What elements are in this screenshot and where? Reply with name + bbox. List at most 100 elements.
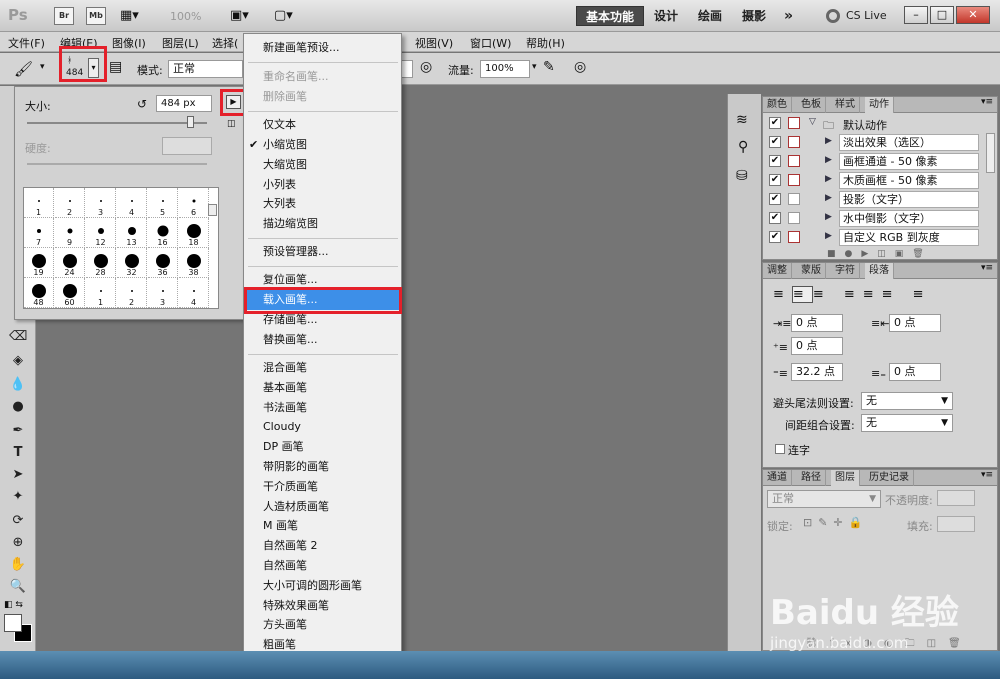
space-before-input[interactable]: 32.2 点 — [791, 363, 843, 381]
panel-options-icon[interactable]: ▾≡ — [981, 263, 993, 273]
brush-preset-cell[interactable]: 19 — [24, 248, 54, 278]
pen-tool-icon[interactable]: ✒ — [9, 422, 27, 440]
opacity-field-edge[interactable] — [401, 60, 413, 78]
menu-image[interactable]: 图像(I) — [112, 35, 146, 51]
size-slider-track[interactable] — [27, 122, 207, 124]
menu-brush-library[interactable]: Cloudy — [244, 417, 401, 437]
workspace-photography-button[interactable]: 摄影 — [742, 6, 766, 26]
clone-source-icon[interactable]: ⚲ — [738, 139, 748, 155]
menu-brush-library[interactable]: 特殊效果画笔 — [244, 596, 401, 616]
size-slider-handle[interactable] — [187, 116, 194, 128]
minimize-button[interactable]: – — [904, 6, 928, 24]
hyphenate-checkbox[interactable] — [775, 444, 785, 454]
brush-preset-cell[interactable]: 6 — [179, 188, 209, 218]
menu-text-only[interactable]: 仅文本 — [244, 115, 401, 135]
brush-preset-cell[interactable]: 2 — [55, 188, 85, 218]
tab-masks[interactable]: 蒙版 — [797, 263, 826, 279]
flow-field[interactable]: 100% — [480, 60, 530, 78]
dialog-toggle[interactable] — [788, 212, 800, 224]
size-input[interactable]: 484 px — [156, 95, 212, 112]
tab-styles[interactable]: 样式 — [831, 97, 860, 113]
pressure-size-icon[interactable]: ◎ — [574, 59, 586, 75]
menu-large-thumbnail[interactable]: 大缩览图 — [244, 155, 401, 175]
type-tool-icon[interactable]: T — [9, 444, 27, 462]
action-row[interactable]: ✔ ▶ 淡出效果（选区） — [763, 133, 988, 152]
menu-brush-library[interactable]: 方头画笔 — [244, 615, 401, 635]
maximize-button[interactable]: □ — [930, 6, 954, 24]
dialog-toggle[interactable] — [788, 174, 800, 186]
workspace-painting-button[interactable]: 绘画 — [698, 6, 722, 26]
hand-tool-icon[interactable]: ✋ — [9, 556, 27, 574]
flow-dropdown-icon[interactable]: ▾ — [532, 62, 537, 72]
paint-bucket-tool-icon[interactable]: ◈ — [9, 352, 27, 370]
expand-triangle-icon[interactable]: ▶ — [825, 136, 832, 146]
brush-preset-cell[interactable]: 38 — [179, 248, 209, 278]
brush-tool-icon[interactable]: 🖌 — [14, 60, 33, 78]
default-colors-icon[interactable]: ◧ ⇆ — [4, 600, 23, 610]
arrange-documents-icon[interactable]: ▣▾ — [230, 8, 249, 23]
panel-options-icon[interactable]: ▾≡ — [981, 97, 993, 107]
brush-preset-cell[interactable]: 1 — [24, 188, 54, 218]
panel-options-icon[interactable]: ▾≡ — [981, 470, 993, 480]
bridge-button[interactable]: Br — [54, 7, 74, 25]
more-workspaces-icon[interactable]: » — [784, 6, 793, 26]
workspace-essentials-button[interactable]: 基本功能 — [576, 6, 644, 26]
indent-left-input[interactable]: 0 点 — [791, 314, 843, 332]
menu-brush-library[interactable]: 大小可调的圆形画笔 — [244, 576, 401, 596]
brush-preset-cell[interactable]: 1 — [86, 278, 116, 308]
mojikumi-select[interactable]: 无 ▼ — [861, 414, 953, 432]
reset-size-icon[interactable]: ↺ — [137, 97, 147, 111]
menu-replace-brushes[interactable]: 替换画笔... — [244, 330, 401, 350]
brush-preset-cell[interactable]: 5 — [148, 188, 178, 218]
brush-panel-toggle-icon[interactable]: ▤ — [109, 59, 122, 75]
expand-triangle-icon[interactable]: ▶ — [825, 231, 832, 241]
tab-swatches[interactable]: 色板 — [797, 97, 826, 113]
dialog-toggle[interactable] — [788, 136, 800, 148]
menu-brush-library[interactable]: 混合画笔 — [244, 358, 401, 378]
tool-presets-icon[interactable]: ⛁ — [736, 168, 748, 184]
brush-preset-cell[interactable]: 12 — [86, 218, 116, 248]
eraser-tool-icon[interactable]: ⌫ — [9, 328, 27, 346]
menu-view[interactable]: 视图(V) — [415, 35, 453, 51]
close-button[interactable]: ✕ — [956, 6, 990, 24]
brush-preset-cell[interactable]: 9 — [55, 218, 85, 248]
brush-preset-cell[interactable]: 28 — [86, 248, 116, 278]
3d-rotate-tool-icon[interactable]: ⟳ — [9, 512, 27, 530]
dialog-toggle[interactable] — [788, 155, 800, 167]
menu-layer[interactable]: 图层(L) — [162, 35, 199, 51]
space-after-input[interactable]: 0 点 — [889, 363, 941, 381]
toggle-checkbox[interactable]: ✔ — [769, 231, 781, 243]
view-extras-icon[interactable]: ▦▾ — [120, 8, 148, 24]
brush-preset-cell[interactable]: 3 — [148, 278, 178, 308]
action-row[interactable]: ✔ ▶ 自定义 RGB 到灰度 — [763, 228, 988, 247]
dodge-tool-icon[interactable]: ● — [9, 398, 27, 416]
grid-scrollbar-thumb[interactable] — [208, 204, 217, 216]
brush-preset-cell[interactable]: 16 — [148, 218, 178, 248]
action-row[interactable]: ✔ ▶ 画框通道 - 50 像素 — [763, 152, 988, 171]
menu-brush-library[interactable]: DP 画笔 — [244, 437, 401, 457]
3d-orbit-tool-icon[interactable]: ⊕ — [9, 534, 27, 552]
mode-select[interactable]: 正常 — [168, 60, 243, 78]
tab-adjustments[interactable]: 调整 — [763, 263, 792, 279]
actions-toolbar[interactable]: ■●▶◫▣🗑 — [765, 249, 995, 261]
tab-character[interactable]: 字符 — [831, 263, 860, 279]
action-set-row[interactable]: ✔ ▽ 🗀 默认动作 — [763, 114, 988, 133]
action-row[interactable]: ✔ ▶ 投影（文字） — [763, 190, 988, 209]
brush-preset-cell[interactable]: 48 — [24, 278, 54, 308]
kinsoku-select[interactable]: 无 ▼ — [861, 392, 953, 410]
indent-right-input[interactable]: 0 点 — [889, 314, 941, 332]
zoom-level[interactable]: 100% — [170, 10, 201, 23]
dialog-toggle[interactable] — [788, 117, 800, 129]
menu-brush-library[interactable]: 书法画笔 — [244, 398, 401, 418]
action-row[interactable]: ✔ ▶ 水中倒影（文字） — [763, 209, 988, 228]
tab-channels[interactable]: 通道 — [763, 470, 792, 486]
screen-mode-icon[interactable]: ▢▾ — [274, 8, 293, 23]
toggle-checkbox[interactable]: ✔ — [769, 193, 781, 205]
indent-first-input[interactable]: 0 点 — [791, 337, 843, 355]
menu-help[interactable]: 帮助(H) — [526, 35, 565, 51]
menu-brush-library[interactable]: 基本画笔 — [244, 378, 401, 398]
tab-history[interactable]: 历史记录 — [865, 470, 914, 486]
alignment-buttons[interactable]: ≡≡≡ ≡≡≡ ≡ — [773, 286, 932, 303]
menu-brush-library[interactable]: 人造材质画笔 — [244, 497, 401, 517]
foreground-color-swatch[interactable] — [4, 614, 22, 632]
